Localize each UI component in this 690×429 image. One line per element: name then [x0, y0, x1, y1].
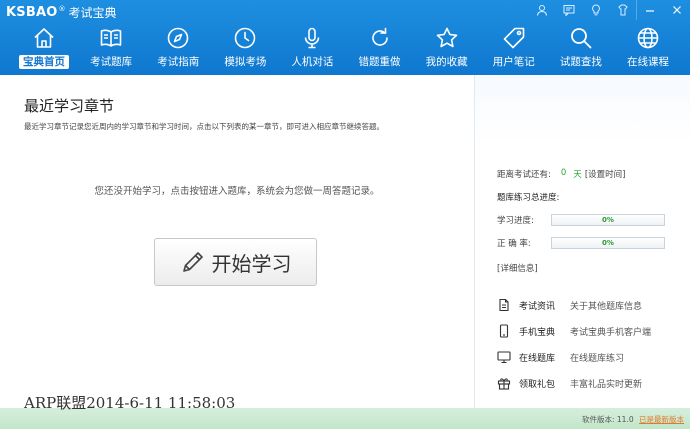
progress-sidebar: 距离考试还有: 0 天 [设置时间] 题库练习总进度: 学习进度: 0% 正 确…: [474, 75, 690, 408]
recent-chapters-panel: 最近学习章节 最近学习章节记录您近周内的学习章节和学习时间，点击以下列表的某一章…: [0, 75, 474, 408]
app-logo: KSBAO: [6, 4, 58, 20]
user-icon[interactable]: [528, 0, 555, 20]
nav-search-label: 试题查找: [559, 56, 602, 68]
home-icon: [30, 24, 58, 52]
study-progress-value: 0%: [602, 216, 614, 224]
accuracy-label: 正 确 率:: [497, 239, 531, 249]
tool-exam-news[interactable]: 考试资讯 关于其他题库信息: [497, 297, 677, 313]
main-nav: 宝典首页 考试题库 考试指南 模拟考场 人机对话 错题重做 我的收藏 用户笔记 …: [16, 24, 676, 70]
tool-gift-desc: 丰富礼品实时更新: [570, 379, 643, 390]
pencil-icon: [182, 252, 203, 272]
redo-icon: [366, 24, 394, 52]
nav-home[interactable]: 宝典首页: [16, 24, 72, 70]
tag-icon: [500, 24, 528, 52]
phone-icon: [499, 324, 509, 338]
nav-dialogue-label: 人机对话: [291, 56, 334, 68]
monitor-icon: [497, 351, 511, 364]
gift-icon: [497, 378, 511, 390]
nav-dialogue[interactable]: 人机对话: [284, 24, 340, 70]
start-study-button[interactable]: 开始学习: [154, 238, 317, 286]
nav-favorites-label: 我的收藏: [425, 56, 468, 68]
nav-home-label: 宝典首页: [19, 55, 69, 69]
nav-notes-label: 用户笔记: [492, 56, 535, 68]
minimize-icon[interactable]: [636, 0, 663, 20]
nav-online-course-label: 在线课程: [626, 56, 669, 68]
globe-icon: [634, 24, 662, 52]
tool-mobile-app-name: 手机宝典: [519, 327, 556, 338]
page-description: 最近学习章节记录您近周内的学习章节和学习时间，点击以下列表的某一章节，即可进入相…: [24, 122, 384, 131]
nav-online-course[interactable]: 在线课程: [620, 24, 676, 70]
tool-exam-news-name: 考试资讯: [519, 301, 556, 312]
tool-online-bank-desc: 在线题库练习: [570, 353, 625, 364]
latest-version-link[interactable]: 已是最新版本: [639, 415, 684, 424]
document-icon: [499, 298, 509, 312]
app-brand: KSBAO ® 考试宝典: [6, 3, 116, 21]
empty-message: 您还没开始学习，点击按钮进入题库，系统会为您做一周答题记录。: [94, 186, 380, 197]
skin-icon[interactable]: [609, 0, 636, 20]
tool-online-bank-name: 在线题库: [519, 353, 556, 364]
nav-redo-mistakes-label: 错题重做: [358, 56, 401, 68]
nav-exam-guide[interactable]: 考试指南: [150, 24, 206, 70]
window-controls: [528, 0, 690, 20]
page-title: 最近学习章节: [24, 97, 115, 115]
tool-gift[interactable]: 领取礼包 丰富礼品实时更新: [497, 375, 677, 391]
exam-countdown: 距离考试还有: 0 天 [设置时间]: [497, 168, 625, 180]
nav-question-bank[interactable]: 考试题库: [83, 24, 139, 70]
star-icon: [433, 24, 461, 52]
nav-mock-exam-label: 模拟考场: [224, 56, 267, 68]
message-icon[interactable]: [555, 0, 582, 20]
version-label: 软件版本: 11.0: [581, 415, 634, 424]
version-info: 软件版本: 11.0 已是最新版本: [582, 414, 684, 425]
nav-search[interactable]: 试题查找: [553, 24, 609, 70]
start-study-label: 开始学习: [211, 251, 292, 276]
accuracy-value: 0%: [602, 239, 614, 247]
title-bar: KSBAO ® 考试宝典 宝典首页 考试题库 考试指南 模拟考场 人机对话 错题…: [0, 0, 690, 75]
countdown-unit: 天: [573, 170, 582, 180]
total-progress-label: 题库练习总进度:: [497, 193, 560, 203]
nav-notes[interactable]: 用户笔记: [486, 24, 542, 70]
tool-online-bank[interactable]: 在线题库 在线题库练习: [497, 349, 677, 365]
tool-exam-news-desc: 关于其他题库信息: [570, 301, 643, 312]
study-progress-label: 学习进度:: [497, 216, 534, 226]
nav-mock-exam[interactable]: 模拟考场: [217, 24, 273, 70]
nav-redo-mistakes[interactable]: 错题重做: [352, 24, 408, 70]
lightbulb-icon[interactable]: [582, 0, 609, 20]
countdown-label: 距离考试还有:: [497, 170, 551, 180]
registered-mark: ®: [58, 5, 66, 13]
clock-icon: [231, 24, 259, 52]
nav-favorites[interactable]: 我的收藏: [419, 24, 475, 70]
accuracy-bar: 0%: [551, 237, 665, 249]
book-icon: [97, 24, 125, 52]
app-name: 考试宝典: [68, 5, 117, 20]
close-icon[interactable]: [663, 0, 690, 20]
compass-icon: [164, 24, 192, 52]
details-link[interactable]: [详细信息]: [497, 262, 538, 274]
nav-question-bank-label: 考试题库: [90, 56, 133, 68]
search-icon: [567, 24, 595, 52]
microphone-icon: [298, 24, 326, 52]
set-time-link[interactable]: [设置时间]: [585, 168, 626, 180]
study-progress-row: 学习进度: 0%: [497, 214, 665, 226]
tool-mobile-app-desc: 考试宝典手机客户端: [570, 327, 652, 338]
countdown-value: 0: [560, 168, 567, 178]
tool-gift-name: 领取礼包: [519, 379, 556, 390]
tool-mobile-app[interactable]: 手机宝典 考试宝典手机客户端: [497, 323, 677, 339]
timestamp-watermark: ARP联盟2014-6-11 11:58:03: [24, 394, 236, 412]
sidebar-header: [475, 75, 690, 145]
accuracy-row: 正 确 率: 0%: [497, 237, 665, 249]
study-progress-bar: 0%: [551, 214, 665, 226]
nav-exam-guide-label: 考试指南: [157, 56, 200, 68]
